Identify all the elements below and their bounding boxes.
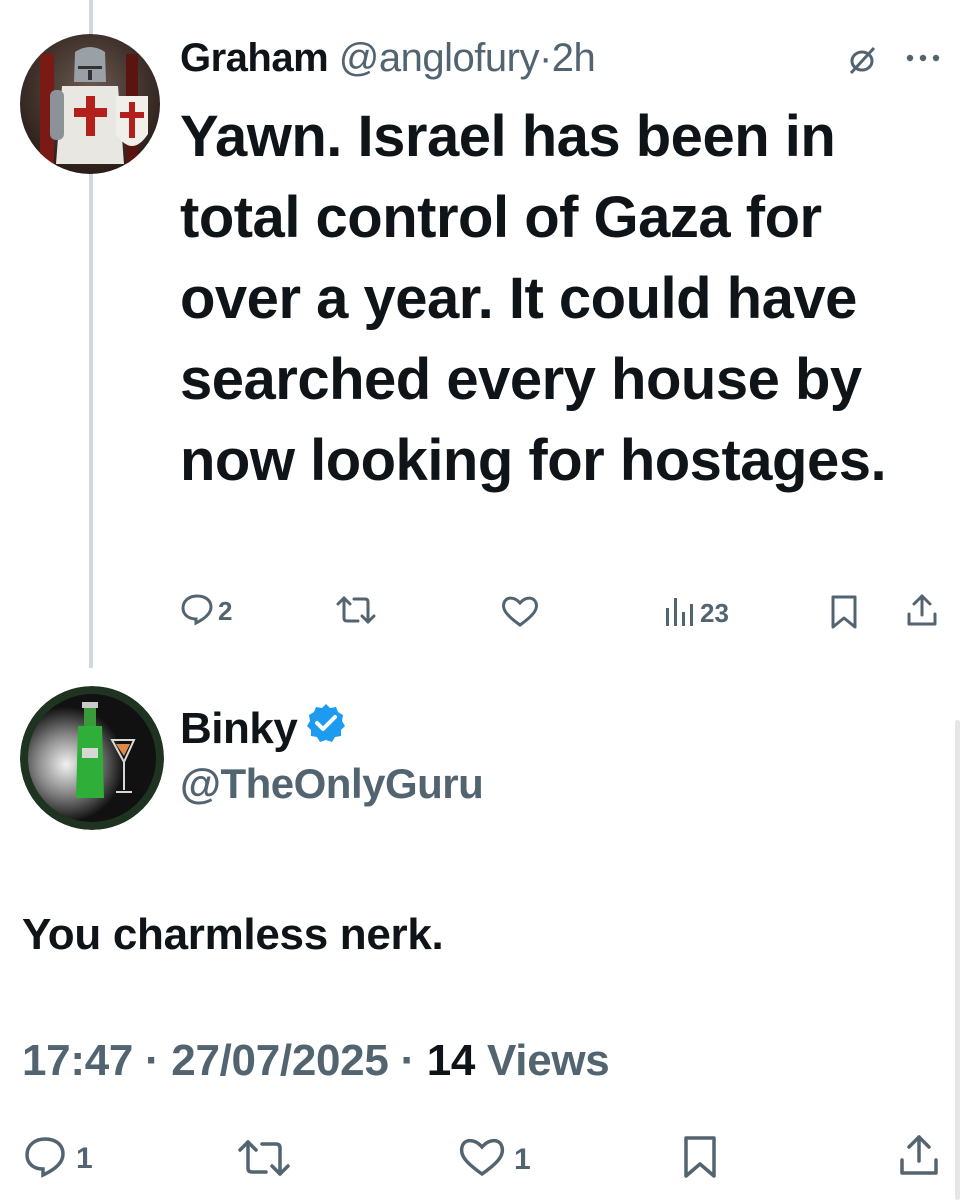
reply-count: 2: [218, 596, 233, 626]
reply-icon: [22, 1134, 68, 1183]
reply-icon: [180, 592, 214, 631]
timestamp[interactable]: 2h: [552, 36, 596, 80]
mute-conversation-icon[interactable]: [844, 42, 880, 83]
tweet-time[interactable]: 17:47: [22, 1036, 133, 1085]
share-icon: [904, 594, 940, 632]
like-button[interactable]: [500, 594, 544, 633]
views-count[interactable]: 14: [427, 1036, 476, 1085]
retweet-icon: [334, 594, 378, 631]
share-icon: [896, 1135, 942, 1182]
tweet-text: Yawn. Israel has been in total control o…: [180, 104, 887, 493]
parent-header: Graham @anglofury·2h: [180, 36, 596, 81]
like-button[interactable]: 1: [458, 1136, 531, 1183]
views-count: 23: [700, 598, 729, 628]
share-button[interactable]: [896, 1132, 942, 1183]
bookmark-icon: [830, 595, 858, 634]
author-handle[interactable]: @anglofury: [339, 36, 540, 80]
author-name[interactable]: Binky: [180, 704, 298, 754]
like-icon: [458, 1136, 506, 1183]
bookmark-icon: [682, 1136, 718, 1184]
tweet-date[interactable]: 27/07/2025: [171, 1036, 389, 1085]
tweet-text: You charmless nerk.: [22, 910, 444, 959]
retweet-button[interactable]: [334, 594, 382, 631]
views-button[interactable]: 23: [664, 594, 729, 633]
retweet-button[interactable]: [236, 1138, 300, 1183]
binky-avatar[interactable]: [20, 686, 164, 830]
reply-button[interactable]: 1: [22, 1134, 93, 1183]
like-icon: [500, 594, 540, 633]
scrollbar[interactable]: [955, 720, 960, 1200]
reply-button[interactable]: 2: [180, 592, 232, 631]
like-count: 1: [514, 1142, 531, 1176]
graham-avatar[interactable]: [20, 34, 160, 174]
tweet-meta: 17:47 · 27/07/2025 · 14 Views: [22, 1036, 610, 1086]
bookmark-button[interactable]: [682, 1134, 718, 1185]
author-handle[interactable]: @TheOnlyGuru: [180, 760, 484, 808]
share-button[interactable]: [904, 592, 940, 633]
views-icon: [664, 594, 696, 633]
views-label: Views: [487, 1036, 610, 1085]
verified-badge-icon: [305, 702, 347, 755]
retweet-icon: [236, 1138, 292, 1183]
reply-author-row: Binky: [180, 702, 347, 755]
author-name[interactable]: Graham: [180, 36, 329, 80]
separator: ·: [144, 1036, 160, 1085]
bookmark-button[interactable]: [830, 594, 858, 635]
reply-count: 1: [76, 1141, 93, 1175]
separator: ·: [400, 1036, 415, 1085]
more-icon[interactable]: [904, 48, 944, 73]
separator: ·: [538, 36, 552, 80]
